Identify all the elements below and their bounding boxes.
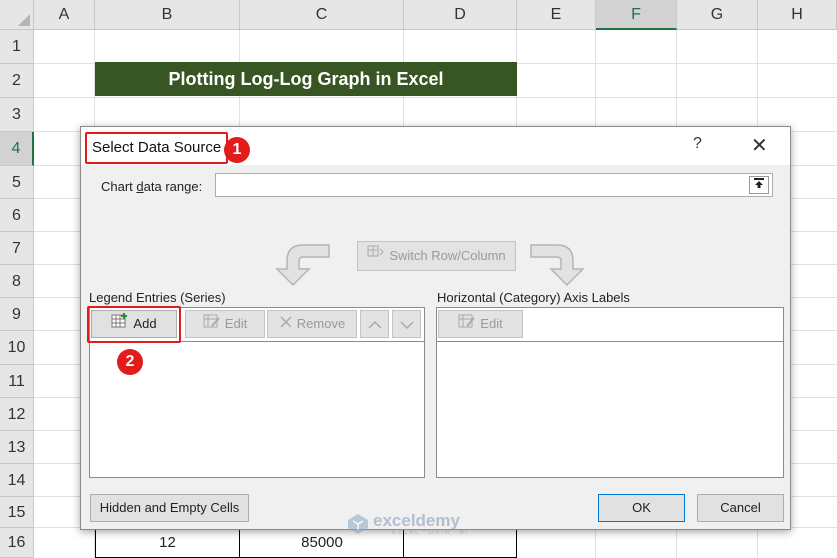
cancel-button[interactable]: Cancel (697, 494, 784, 522)
close-icon[interactable]: ✕ (751, 133, 768, 158)
dialog-titlebar[interactable]: Select Data Source ? ✕ (81, 127, 790, 165)
watermark-tagline: EXCEL · DATA · BI (392, 529, 468, 536)
legend-entries-header: Legend Entries (Series) (89, 290, 226, 305)
ok-button[interactable]: OK (598, 494, 685, 522)
row-header-9[interactable]: 9 (0, 298, 34, 331)
switch-row-column-icon (367, 243, 385, 271)
row-header-7[interactable]: 7 (0, 232, 34, 265)
row-header-4[interactable]: 4 (0, 132, 34, 166)
row-header-2[interactable]: 2 (0, 64, 34, 98)
step-1-badge: 1 (224, 137, 250, 163)
right-curved-arrow-icon (530, 244, 585, 287)
column-header-b[interactable]: B (95, 0, 240, 30)
remove-series-label: Remove (296, 316, 346, 331)
step-2-badge: 2 (117, 349, 143, 375)
sheet-title-banner: Plotting Log-Log Graph in Excel (95, 62, 517, 96)
row-header-5[interactable]: 5 (0, 166, 34, 199)
add-button-highlight (87, 306, 181, 343)
column-header-f[interactable]: F (596, 0, 677, 30)
row-header-8[interactable]: 8 (0, 265, 34, 298)
edit-axis-icon (458, 312, 476, 338)
dialog-title: Select Data Source (85, 132, 229, 164)
column-header-a[interactable]: A (34, 0, 95, 30)
left-curved-arrow-icon (275, 244, 330, 287)
row-header-1[interactable]: 1 (0, 30, 34, 64)
row-header-13[interactable]: 13 (0, 431, 34, 464)
edit-series-label: Edit (224, 316, 248, 331)
chevron-up-icon (367, 320, 382, 329)
remove-series-button[interactable]: Remove (267, 310, 357, 338)
axis-labels-header: Horizontal (Category) Axis Labels (437, 290, 630, 305)
hidden-empty-cells-button[interactable]: Hidden and Empty Cells (90, 494, 249, 522)
row-header-6[interactable]: 6 (0, 199, 34, 232)
row-header-3[interactable]: 3 (0, 98, 34, 132)
help-button[interactable]: ? (693, 135, 702, 153)
chart-data-range-label: Chart data range: (101, 179, 203, 194)
edit-axis-labels-button[interactable]: Edit (438, 310, 523, 338)
chart-data-range-input[interactable] (215, 173, 773, 197)
select-all-corner[interactable] (0, 0, 34, 30)
row-header-11[interactable]: 11 (0, 365, 34, 398)
chevron-down-icon (399, 321, 414, 329)
edit-axis-labels-label: Edit (480, 316, 503, 331)
row-header-14[interactable]: 14 (0, 464, 34, 497)
edit-table-icon (203, 312, 221, 338)
edit-series-button[interactable]: Edit (185, 310, 265, 338)
exceldemy-logo-icon (348, 514, 368, 534)
collapse-dialog-icon[interactable] (749, 176, 769, 194)
row-header-16[interactable]: 16 (0, 528, 34, 558)
cell-c16-value: 85000 (301, 534, 343, 551)
hidden-empty-cells-label: Hidden and Empty Cells (99, 500, 240, 515)
column-header-e[interactable]: E (517, 0, 596, 30)
row-header-15[interactable]: 15 (0, 497, 34, 528)
watermark-name: exceldemy (373, 511, 460, 530)
row-header-10[interactable]: 10 (0, 331, 34, 365)
move-down-button[interactable] (392, 310, 421, 338)
switch-row-column-button[interactable]: Switch Row/Column (357, 241, 516, 271)
column-header-g[interactable]: G (677, 0, 758, 30)
switch-row-column-label: Switch Row/Column (389, 248, 506, 263)
move-up-button[interactable] (360, 310, 389, 338)
column-header-d[interactable]: D (404, 0, 517, 30)
column-header-c[interactable]: C (240, 0, 404, 30)
row-header-12[interactable]: 12 (0, 398, 34, 431)
column-header-h[interactable]: H (758, 0, 837, 30)
cell-b16-value: 12 (159, 534, 176, 551)
remove-x-icon (279, 312, 293, 338)
select-data-source-dialog: Select Data Source ? ✕ 1 Chart data rang… (80, 126, 791, 536)
